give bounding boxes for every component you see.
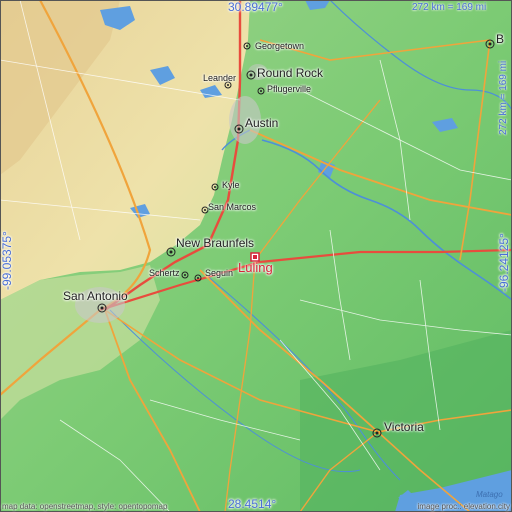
image-processing-credit: image proc.: elevation.city [417, 502, 511, 511]
city-label-pflugerville[interactable]: Pflugerville [267, 84, 311, 94]
map-data-credit: map data: openstreetmap, style: opentopo… [2, 502, 168, 511]
city-label-leander[interactable]: Leander [203, 73, 236, 83]
city-label-kyle[interactable]: Kyle [222, 180, 240, 190]
city-label-round-rock[interactable]: Round Rock [257, 66, 323, 80]
victoria-marker[interactable] [371, 427, 383, 439]
latitude-bottom-label: 28.4514° [228, 497, 277, 511]
horizontal-scale-label: 272 km = 169 mi [412, 2, 487, 13]
topographic-map[interactable]: Georgetown Round Rock Leander Pflugervil… [0, 0, 512, 512]
bryan-marker[interactable] [484, 38, 496, 50]
longitude-right-label: -96.24125° [497, 233, 511, 292]
city-label-schertz[interactable]: Schertz [149, 268, 180, 278]
city-label-san-marcos[interactable]: San Marcos [208, 202, 256, 212]
city-label-austin[interactable]: Austin [245, 116, 278, 130]
longitude-left-label: -99.05375° [0, 231, 14, 290]
georgetown-marker[interactable] [242, 41, 252, 51]
austin-marker[interactable] [233, 123, 245, 135]
highlighted-place-label[interactable]: Luling [238, 260, 273, 275]
city-label-seguin[interactable]: Seguin [205, 268, 233, 278]
city-label-victoria[interactable]: Victoria [384, 420, 424, 434]
round-rock-marker[interactable] [245, 69, 257, 81]
pflugerville-marker[interactable] [256, 86, 266, 96]
schertz-marker[interactable] [180, 270, 190, 280]
vertical-scale-label: 272 km = 169 mi [498, 60, 509, 135]
kyle-marker[interactable] [210, 182, 220, 192]
city-label-georgetown[interactable]: Georgetown [255, 41, 304, 51]
city-label-new-braunfels[interactable]: New Braunfels [176, 236, 254, 250]
latitude-top-label: 30.89477° [228, 0, 283, 14]
bay-label: Matago [476, 490, 503, 499]
city-label-bryan[interactable]: B [496, 32, 504, 46]
city-label-san-antonio[interactable]: San Antonio [63, 289, 128, 303]
san-antonio-marker[interactable] [96, 302, 108, 314]
seguin-marker[interactable] [193, 273, 203, 283]
